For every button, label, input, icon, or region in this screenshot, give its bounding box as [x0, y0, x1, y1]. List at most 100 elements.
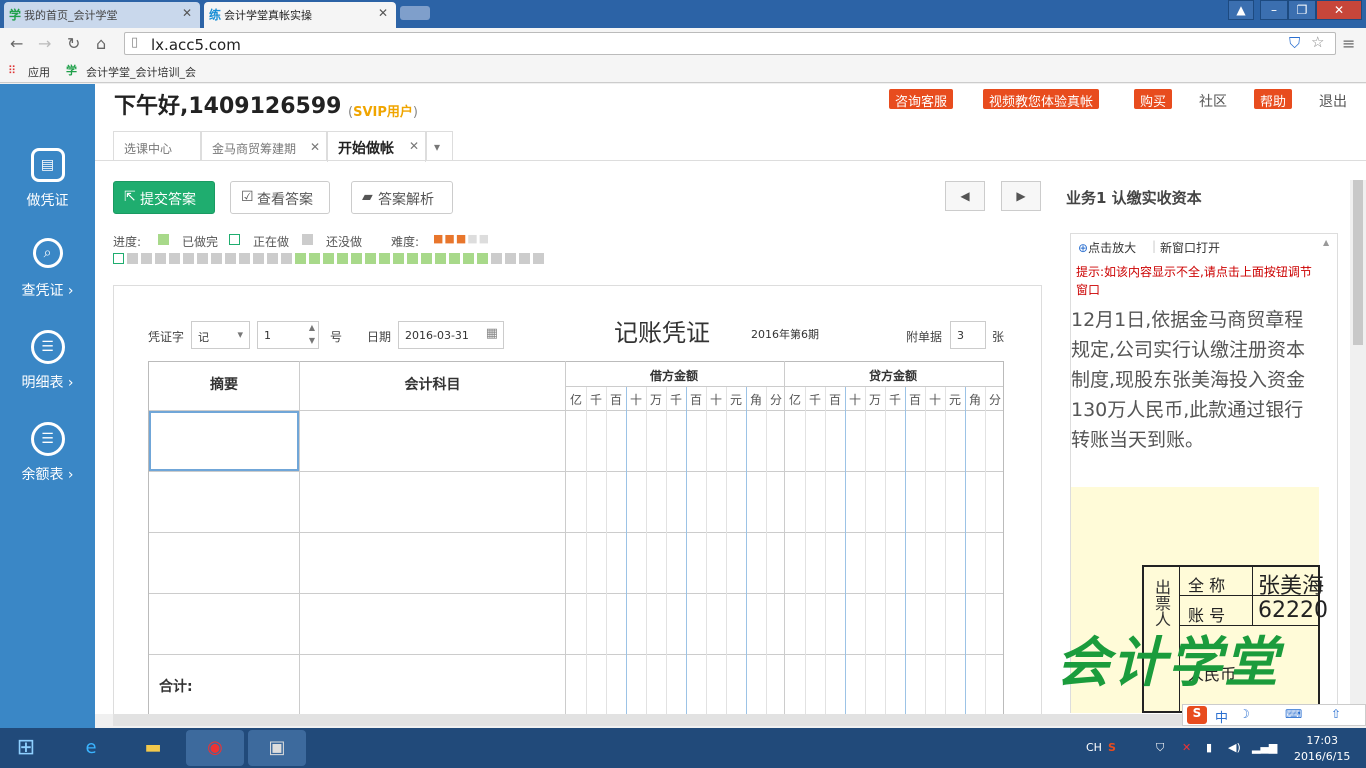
chrome-icon[interactable]: ◉ [186, 730, 244, 766]
lang-indicator[interactable]: CH [1086, 741, 1102, 754]
submit-answer-button[interactable]: ⇱ 提交答案 [113, 181, 215, 214]
reload-icon[interactable]: ↻ [67, 34, 80, 53]
moon-icon[interactable]: ☽ [1239, 707, 1250, 721]
voucher-number-stepper[interactable]: 1 ▲ ▼ [257, 321, 319, 349]
horizontal-scrollbar[interactable] [113, 714, 1347, 726]
clock[interactable]: 17:03 2016/6/15 [1294, 733, 1350, 765]
browser-tab-home[interactable]: 学 我的首页_会计学堂 ✕ [4, 2, 200, 28]
folder-icon[interactable]: ▬ [124, 730, 182, 766]
url-input[interactable]: ▯ lx.acc5.com ⛉ ☆ [124, 32, 1336, 55]
close-window-button[interactable]: ✕ [1316, 0, 1362, 20]
progress-cell-done[interactable] [351, 253, 362, 264]
star-icon[interactable]: ☆ [1311, 33, 1324, 51]
community-link[interactable]: 社区 [1199, 91, 1227, 111]
sogou-icon[interactable]: S [1108, 741, 1116, 754]
progress-cell-done[interactable] [449, 253, 460, 264]
prev-button[interactable]: ◀ [945, 181, 985, 211]
progress-cell-done[interactable] [337, 253, 348, 264]
progress-cell-todo[interactable] [127, 253, 138, 264]
volume-icon[interactable]: ◀) [1228, 741, 1241, 754]
progress-cell-todo[interactable] [267, 253, 278, 264]
progress-cell-todo[interactable] [197, 253, 208, 264]
progress-cell-done[interactable] [463, 253, 474, 264]
upload-icon[interactable]: ⇧ [1331, 707, 1341, 721]
check-answer-button[interactable]: ☑ 查看答案 [230, 181, 330, 214]
camera-icon[interactable]: ▣ [248, 730, 306, 766]
browser-tab-practice[interactable]: 练 会计学堂真帐实操 ✕ [204, 2, 396, 28]
new-tab-button[interactable] [400, 6, 430, 20]
progress-cell-todo[interactable] [505, 253, 516, 264]
close-icon[interactable]: ✕ [310, 140, 320, 154]
signal-icon[interactable]: ▂▄▆ [1252, 741, 1277, 754]
progress-cell-done[interactable] [323, 253, 334, 264]
tab-course-center[interactable]: 选课中心 [113, 131, 201, 161]
chevron-down-icon[interactable]: ▾ [426, 131, 453, 161]
forward-icon[interactable]: → [38, 34, 51, 53]
progress-cell-todo[interactable] [225, 253, 236, 264]
keyboard-icon[interactable]: ⌨ [1285, 707, 1302, 721]
sidebar-item-make-voucher[interactable]: ▤ 做凭证 [0, 148, 95, 228]
sidebar-item-detail[interactable]: ☰ 明细表 › [0, 330, 95, 410]
ime-toolbar[interactable]: S 中 ☽ ⌨ ⇧ [1182, 704, 1366, 726]
progress-cell-todo[interactable] [211, 253, 222, 264]
menu-icon[interactable]: ≡ [1342, 34, 1355, 53]
user-icon[interactable]: ▲ [1228, 0, 1254, 20]
shield-icon[interactable]: ⛉ [1289, 34, 1300, 52]
battery-icon[interactable]: ▮ [1206, 741, 1212, 754]
progress-cell-done[interactable] [407, 253, 418, 264]
progress-cell-todo[interactable] [183, 253, 194, 264]
progress-cell-todo[interactable] [141, 253, 152, 264]
bookmark-site[interactable]: 会计学堂_会计培训_会 [86, 64, 196, 80]
network-icon[interactable]: ✕ [1182, 741, 1191, 754]
voucher-word-select[interactable]: 记 ▾ [191, 321, 250, 349]
progress-cell-todo[interactable] [519, 253, 530, 264]
buy-link[interactable]: 购买 [1134, 89, 1173, 110]
progress-cell-done[interactable] [379, 253, 390, 264]
down-icon[interactable]: ▼ [309, 336, 315, 345]
progress-cell-done[interactable] [477, 253, 488, 264]
ime-mode[interactable]: 中 [1215, 707, 1228, 726]
answer-analysis-button[interactable]: ▰ 答案解析 [351, 181, 453, 214]
home-icon[interactable]: ⌂ [96, 34, 106, 53]
progress-cell-done[interactable] [435, 253, 446, 264]
close-icon[interactable]: ✕ [182, 6, 192, 20]
progress-cell-todo[interactable] [491, 253, 502, 264]
progress-cell-done[interactable] [309, 253, 320, 264]
minimize-button[interactable]: – [1260, 0, 1288, 20]
calendar-icon[interactable]: ▦ [486, 326, 498, 341]
apps-icon[interactable]: ⠿ [8, 64, 16, 77]
progress-cell-done[interactable] [365, 253, 376, 264]
bookmark-apps[interactable]: 应用 [28, 64, 50, 80]
progress-cell-todo[interactable] [155, 253, 166, 264]
progress-cell-todo[interactable] [281, 253, 292, 264]
attach-count-input[interactable]: 3 [950, 321, 986, 349]
start-button[interactable]: ⊞ [2, 730, 50, 766]
progress-cell-done[interactable] [295, 253, 306, 264]
zoom-button[interactable]: ⊕点击放大 [1078, 239, 1136, 256]
ie-icon[interactable]: e [62, 730, 120, 766]
voucher-date-input[interactable]: 2016-03-31 ▦ [398, 321, 504, 349]
maximize-button[interactable]: ❐ [1288, 0, 1316, 20]
scroll-up-icon[interactable]: ▲ [1323, 238, 1329, 247]
progress-cell-todo[interactable] [169, 253, 180, 264]
sidebar-item-query-voucher[interactable]: ⌕ 查凭证 › [0, 238, 95, 318]
close-icon[interactable]: ✕ [409, 139, 419, 153]
progress-cell-doing[interactable] [113, 253, 124, 264]
next-button[interactable]: ▶ [1001, 181, 1041, 211]
progress-cell-done[interactable] [421, 253, 432, 264]
tab-company[interactable]: 金马商贸筹建期 ✕ [201, 131, 327, 161]
back-icon[interactable]: ← [10, 34, 23, 53]
progress-cell-todo[interactable] [239, 253, 250, 264]
progress-cell-done[interactable] [393, 253, 404, 264]
consult-link[interactable]: 咨询客服 [889, 89, 954, 110]
progress-cell-todo[interactable] [253, 253, 264, 264]
new-window-button[interactable]: 新窗口打开 [1160, 239, 1220, 256]
help-link[interactable]: 帮助 [1254, 89, 1293, 110]
video-link[interactable]: 视频教您体验真帐 [983, 89, 1100, 110]
up-icon[interactable]: ▲ [309, 323, 315, 332]
summary-input[interactable] [149, 411, 299, 471]
sidebar-item-balance[interactable]: ☰ 余额表 › [0, 422, 95, 502]
shield-icon[interactable]: ⛉ [1156, 741, 1164, 755]
close-icon[interactable]: ✕ [378, 6, 388, 20]
vertical-scrollbar[interactable] [1350, 180, 1366, 710]
